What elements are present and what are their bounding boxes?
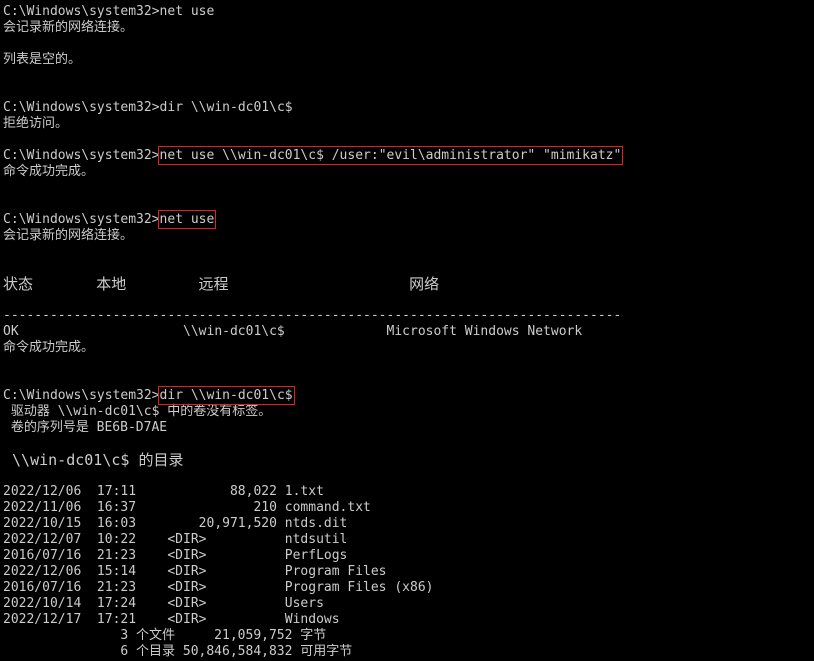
output-text: 2016/07/16 21:23 <DIR> PerfLogs [3, 548, 348, 563]
output-text: 卷的序列号是 BE6B-D7AE [3, 420, 168, 435]
output-text: 命令成功完成。 [3, 340, 95, 355]
prompt-line: C:\Windows\system32>net use [3, 4, 811, 20]
output-line: 2016/07/16 21:23 <DIR> PerfLogs [3, 548, 811, 564]
output-line: 会记录新的网络连接。 [3, 228, 811, 244]
prompt-line: C:\Windows\system32>net use \\win-dc01\c… [3, 146, 811, 165]
output-line: 列表是空的。 [3, 52, 811, 68]
output-line: 2022/12/17 17:21 <DIR> Windows [3, 612, 811, 628]
output-line: 命令成功完成。 [3, 164, 811, 180]
output-text: ----------------------------------------… [3, 308, 622, 323]
highlighted-command: net use [157, 210, 217, 229]
output-text: 状态 本地 远程 网络 [3, 275, 440, 293]
prompt-text: C:\Windows\system32> [3, 388, 160, 403]
output-line: 6 个目录 50,846,584,832 可用字节 [3, 644, 811, 660]
prompt-line: C:\Windows\system32>net use [3, 210, 811, 229]
output-text: OK \\win-dc01\c$ Microsoft Windows Netwo… [3, 324, 583, 339]
output-line: 3 个文件 21,059,752 字节 [3, 628, 811, 644]
output-line: 2022/11/06 16:37 210 command.txt [3, 500, 811, 516]
output-line: 2022/12/06 15:14 <DIR> Program Files [3, 564, 811, 580]
output-line: 驱动器 \\win-dc01\c$ 中的卷没有标签。 [3, 404, 811, 420]
output-text: 6 个目录 50,846,584,832 可用字节 [3, 644, 353, 659]
output-text: 命令成功完成。 [3, 164, 95, 179]
output-line: 卷的序列号是 BE6B-D7AE [3, 420, 811, 436]
output-text: 2022/11/06 16:37 210 command.txt [3, 500, 371, 515]
output-text: 会记录新的网络连接。 [3, 228, 134, 243]
output-text: 2022/12/06 15:14 <DIR> Program Files [3, 564, 387, 579]
output-text: 2022/12/06 17:11 88,022 1.txt [3, 484, 324, 499]
command-text: dir \\win-dc01\c$ [159, 100, 293, 115]
prompt-text: C:\Windows\system32> [3, 4, 160, 19]
output-text: 列表是空的。 [3, 52, 82, 67]
output-line: 2022/12/06 17:11 88,022 1.txt [3, 484, 811, 500]
output-line: 会记录新的网络连接。 [3, 20, 811, 36]
output-line: 2022/12/07 10:22 <DIR> ntdsutil [3, 532, 811, 548]
prompt-text: C:\Windows\system32> [3, 100, 160, 115]
output-line: ----------------------------------------… [3, 308, 811, 324]
output-line: 状态 本地 远程 网络 [3, 276, 811, 292]
output-line: 2022/10/15 16:03 20,971,520 ntds.dit [3, 516, 811, 532]
prompt-text: C:\Windows\system32> [3, 212, 160, 227]
highlighted-command: dir \\win-dc01\c$ [157, 386, 295, 405]
output-line: 2016/07/16 21:23 <DIR> Program Files (x8… [3, 580, 811, 596]
output-text: 2022/12/17 17:21 <DIR> Windows [3, 612, 340, 627]
output-text: 会记录新的网络连接。 [3, 20, 134, 35]
command-text: net use [159, 4, 215, 19]
output-line: OK \\win-dc01\c$ Microsoft Windows Netwo… [3, 324, 811, 340]
output-text: \\win-dc01\c$ 的目录 [3, 451, 184, 469]
output-text: 驱动器 \\win-dc01\c$ 中的卷没有标签。 [3, 404, 272, 419]
output-line: 2022/10/14 17:24 <DIR> Users [3, 596, 811, 612]
console-output[interactable]: C:\Windows\system32>net use 会记录新的网络连接。 列表是… [3, 4, 811, 659]
output-line: 拒绝访问。 [3, 116, 811, 132]
output-text: 2016/07/16 21:23 <DIR> Program Files (x8… [3, 580, 434, 595]
prompt-line: C:\Windows\system32>dir \\win-dc01\c$ [3, 100, 811, 116]
output-text: 拒绝访问。 [3, 116, 69, 131]
output-text: 3 个文件 21,059,752 字节 [3, 628, 327, 643]
output-text: 2022/12/07 10:22 <DIR> ntdsutil [3, 532, 348, 547]
prompt-text: C:\Windows\system32> [3, 148, 160, 163]
output-line: 命令成功完成。 [3, 340, 811, 356]
highlighted-command: net use \\win-dc01\c$ /user:"evil\admini… [157, 146, 624, 165]
output-text: 2022/10/14 17:24 <DIR> Users [3, 596, 324, 611]
output-text: 2022/10/15 16:03 20,971,520 ntds.dit [3, 516, 348, 531]
prompt-line: C:\Windows\system32>dir \\win-dc01\c$ [3, 386, 811, 405]
output-line: \\win-dc01\c$ 的目录 [3, 452, 811, 468]
